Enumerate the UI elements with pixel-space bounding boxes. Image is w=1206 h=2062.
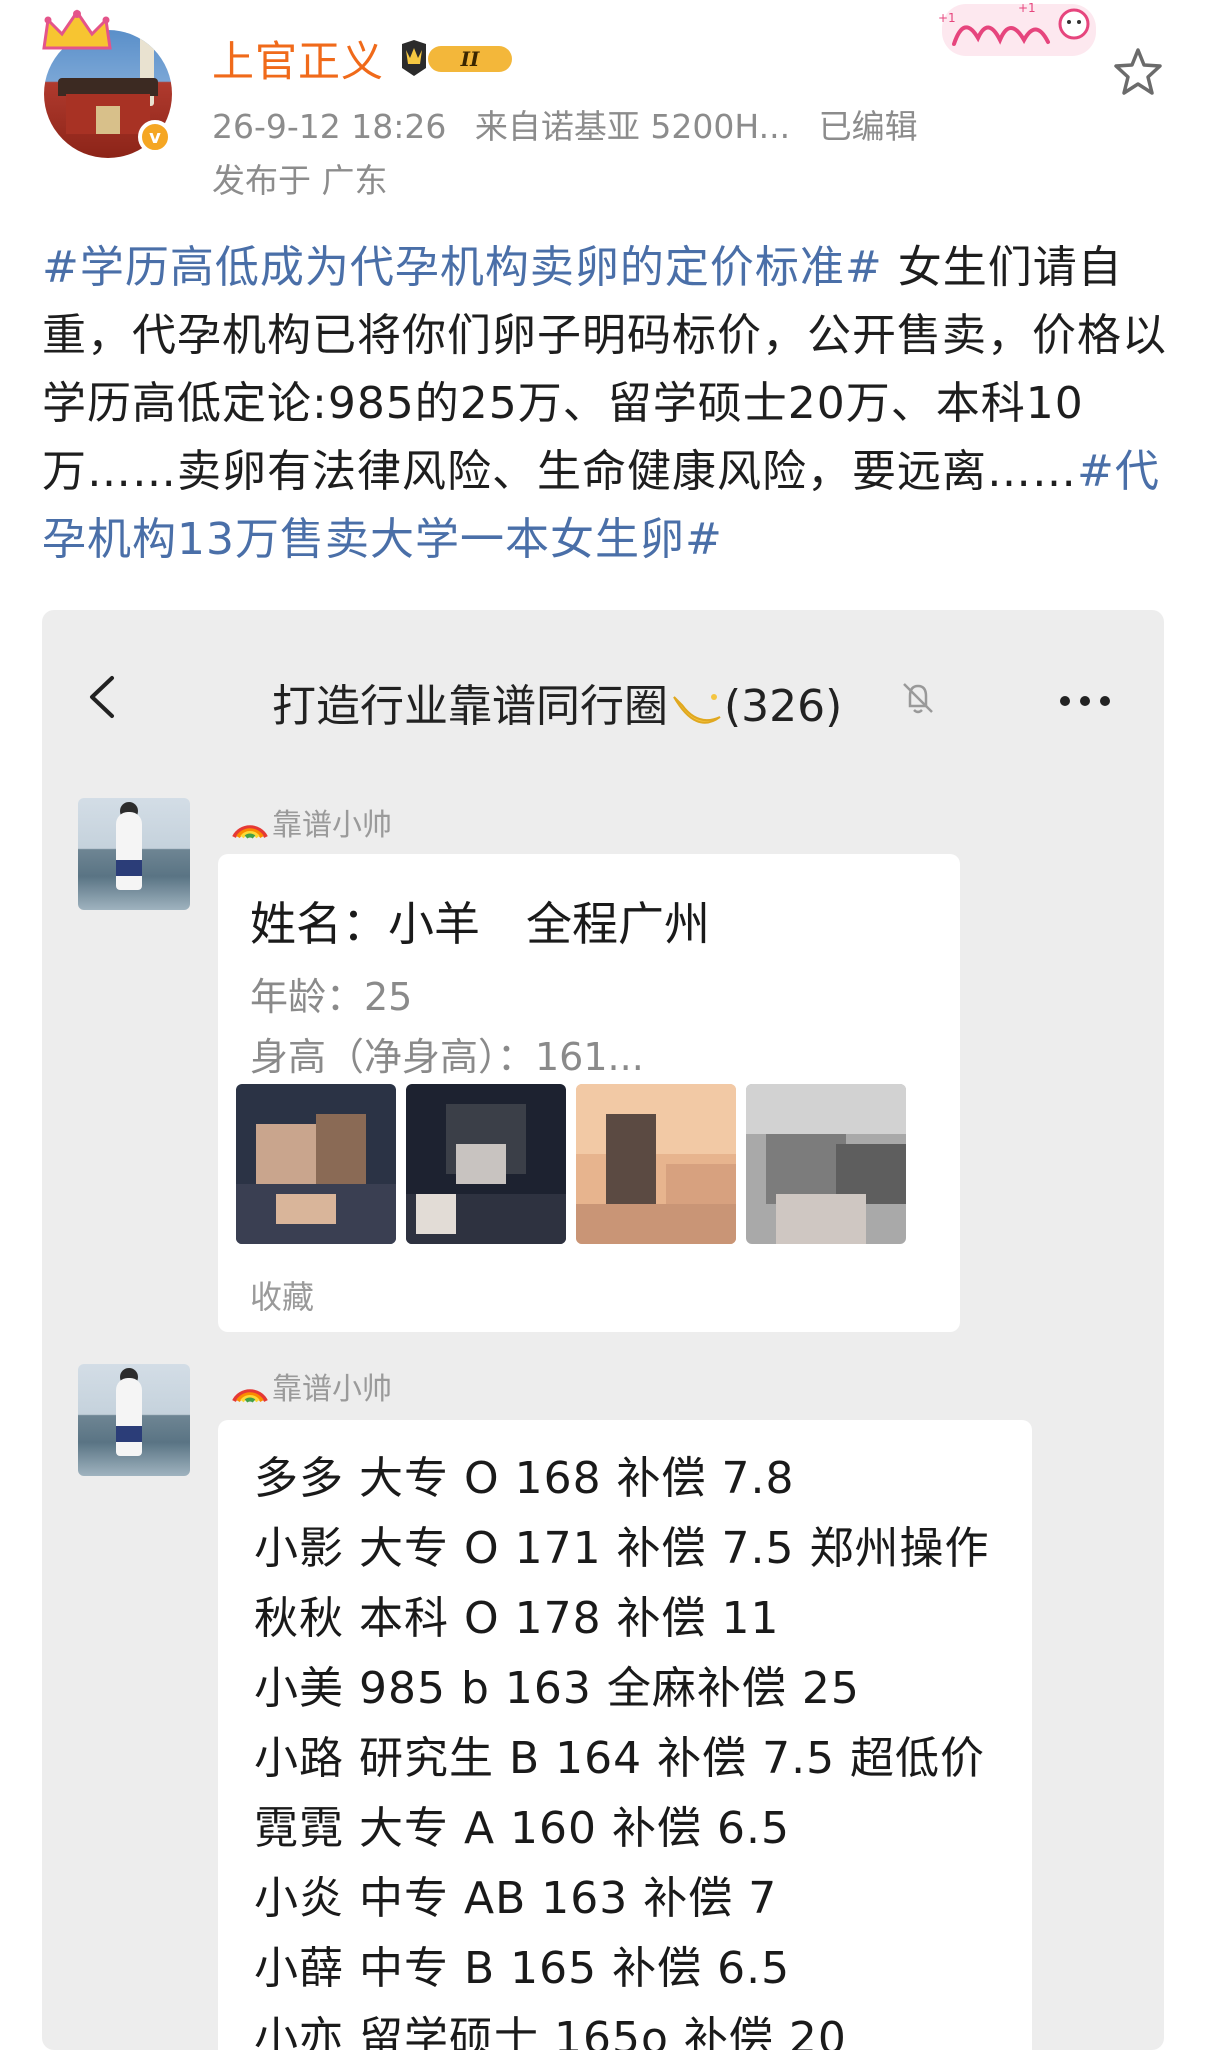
sender-name-text: 靠谱小帅 xyxy=(272,1372,392,1407)
rainbow-emoji xyxy=(232,1389,268,1403)
post-body: #学历高低成为代孕机构卖卵的定价标准# 女生们请自重，代孕机构已将你们卵子明码标… xyxy=(42,234,1172,574)
chevron-left-icon xyxy=(90,676,114,718)
post-location: 发布于 广东 xyxy=(212,161,388,200)
author-avatar[interactable]: v xyxy=(38,8,176,158)
favorite-label: 收藏 xyxy=(250,1278,315,1316)
chat-group-title: 打造行业靠谱同行圈 (326) xyxy=(272,670,842,734)
post-image-chat-screenshot[interactable]: 打造行业靠谱同行圈 (326) 靠谱小帅 姓名：小羊 全程广州 年龄：25 身高… xyxy=(42,610,1164,2050)
sender-name: 靠谱小帅 xyxy=(230,800,392,844)
list-item: 小炎 中专 AB 163 补偿 7 xyxy=(254,1873,778,1924)
edited-label[interactable]: 已编辑 xyxy=(819,107,918,146)
card-height: 身高（净身高）：161... xyxy=(250,1035,644,1079)
post-meta: 26-9-12 18:26 来自诺基亚 5200H... 已编辑 xyxy=(212,100,936,148)
svg-text:+1: +1 xyxy=(938,11,956,25)
price-list-bubble: 多多 大专 O 168 补偿 7.8 小影 大专 O 171 补偿 7.5 郑州… xyxy=(218,1420,1032,2050)
card-title: 姓名：小羊 全程广州 xyxy=(250,897,710,951)
svg-text:+1: +1 xyxy=(1018,1,1036,15)
more-dots-icon xyxy=(1060,696,1110,706)
list-item: 小美 985 b 163 全麻补偿 25 xyxy=(254,1663,860,1714)
hashtag-link[interactable]: #学历高低成为代孕机构卖卵的定价标准# xyxy=(42,242,883,293)
blurred-photo xyxy=(236,1084,396,1244)
vip-badge-icon[interactable]: II xyxy=(398,38,516,80)
card-photo-strip xyxy=(236,1084,936,1244)
list-item: 小路 研究生 B 164 补偿 7.5 超低价 xyxy=(254,1733,986,1784)
crown-icon xyxy=(42,9,112,50)
blurred-photo xyxy=(576,1084,736,1244)
list-item: 秋秋 本科 O 178 补偿 11 xyxy=(254,1593,780,1644)
rainbow-emoji xyxy=(232,825,268,839)
star-outline-icon[interactable] xyxy=(1110,44,1166,100)
crescent-moon-emoji xyxy=(673,694,721,724)
post-timestamp: 26-9-12 18:26 xyxy=(212,107,447,146)
blurred-photo xyxy=(406,1084,566,1244)
sender-avatar xyxy=(78,1364,190,1476)
bell-muted-icon xyxy=(903,683,933,714)
svg-text:II: II xyxy=(460,47,480,71)
list-item: 小影 大专 O 171 补偿 7.5 郑州操作 xyxy=(254,1523,990,1574)
post-source[interactable]: 来自诺基亚 5200H... xyxy=(475,107,790,146)
blurred-photo xyxy=(746,1084,906,1244)
chat-title-text: 打造行业靠谱同行圈 xyxy=(272,681,668,732)
list-item: 小薛 中专 B 165 补偿 6.5 xyxy=(254,1943,791,1994)
sender-name-text: 靠谱小帅 xyxy=(272,808,392,843)
verified-badge-icon: v xyxy=(138,120,172,154)
list-item: 霓霓 大专 A 160 补偿 6.5 xyxy=(254,1803,790,1854)
author-name[interactable]: 上官正义 xyxy=(212,28,384,89)
list-item: 多多 大专 O 168 补偿 7.8 xyxy=(254,1453,795,1504)
sticker-decoration: +1 +1 xyxy=(938,1,1096,56)
list-item: 小亦 留学硕士 165o 补偿 20 xyxy=(254,2013,847,2050)
post-header: v 上官正义 II 26-9-12 18:26 来自诺基亚 5200H... 已… xyxy=(0,0,1206,210)
sender-name: 靠谱小帅 xyxy=(230,1364,392,1408)
chat-top-bar: 打造行业靠谱同行圈 (326) xyxy=(42,610,1164,760)
profile-card-bubble: 姓名：小羊 全程广州 年龄：25 身高（净身高）：161... 收藏 xyxy=(218,854,960,1332)
card-age: 年龄：25 xyxy=(250,975,413,1019)
sender-avatar xyxy=(78,798,190,910)
chat-member-count: (326) xyxy=(724,681,843,732)
